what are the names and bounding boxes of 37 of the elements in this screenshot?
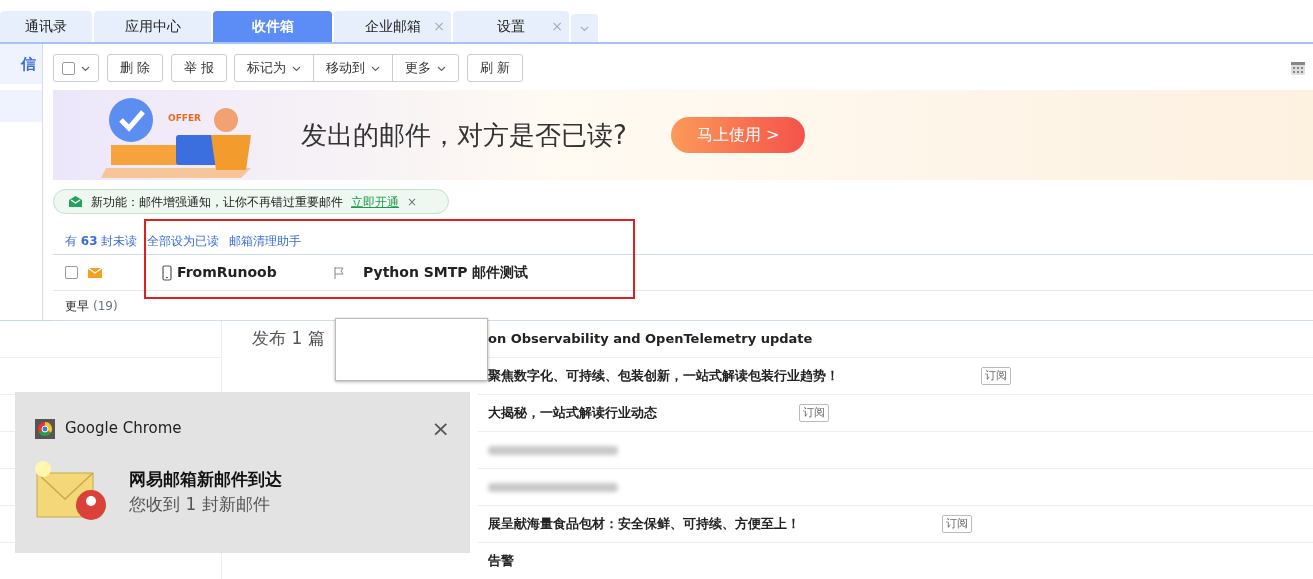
toolbar-button[interactable]: 刷 新	[467, 54, 524, 82]
subscribe-tag[interactable]: 订阅	[981, 366, 1011, 386]
notice-text: 新功能：邮件增强通知，让你不再错过重要邮件	[91, 193, 343, 211]
list-item-title: 告警	[488, 552, 514, 571]
tab[interactable]: 通讯录	[0, 11, 92, 42]
menu-button[interactable]: 移动到	[313, 54, 394, 82]
list-item-title: 大揭秘，一站式解读行业动态	[488, 404, 657, 423]
app-name: Google Chrome	[65, 418, 182, 440]
post-count-text: 发布 1 篇	[252, 328, 325, 348]
enable-link[interactable]: 立即开通	[351, 192, 399, 211]
banner-headline: 发出的邮件，对方是否已读?	[301, 118, 627, 152]
offer-label: OFFER	[168, 112, 202, 125]
toolbar-button[interactable]: 举 报	[171, 54, 228, 82]
tab[interactable]: 企业邮箱 ×	[334, 11, 451, 42]
unread-count-text: 有 63 封未读	[65, 233, 138, 250]
list-item-title: 聚焦数字化、可持续、包装创新，一站式解读包装行业趋势！	[488, 367, 839, 386]
subscribe-tag[interactable]: 订阅	[942, 514, 972, 534]
message-subject: Python SMTP 邮件测试	[363, 263, 529, 282]
action-link[interactable]: 全部设为已读	[147, 232, 220, 254]
group-label: 更早	[65, 297, 89, 315]
close-icon[interactable]: ×	[431, 412, 450, 445]
tab[interactable]: 应用中心	[94, 11, 211, 42]
message-row[interactable]: FromRunoob Python SMTP 邮件测试	[53, 254, 1313, 291]
tab[interactable]: 设置 ×	[453, 11, 569, 42]
list-item-title: on Observability and OpenTelemetry update	[488, 330, 813, 349]
group-count: (19)	[93, 297, 118, 315]
subscribe-tag[interactable]: 订阅	[799, 403, 829, 423]
close-icon[interactable]: ×	[407, 192, 418, 211]
menu-button[interactable]: 标记为	[234, 54, 315, 82]
notification-title: 网易邮箱新邮件到达	[129, 467, 282, 491]
action-link[interactable]: 邮箱清理助手	[229, 232, 302, 254]
toolbar-button[interactable]: 删 除	[107, 54, 164, 82]
notification-message: 您收到 1 封新邮件	[129, 493, 271, 516]
list-item-title: 展呈献海量食品包材：安全保鲜、可持续、方便至上！	[488, 515, 800, 534]
compose-button[interactable]: 信	[0, 44, 42, 84]
sender-name: FromRunoob	[177, 263, 278, 282]
menu-button[interactable]: 更多	[392, 54, 460, 82]
